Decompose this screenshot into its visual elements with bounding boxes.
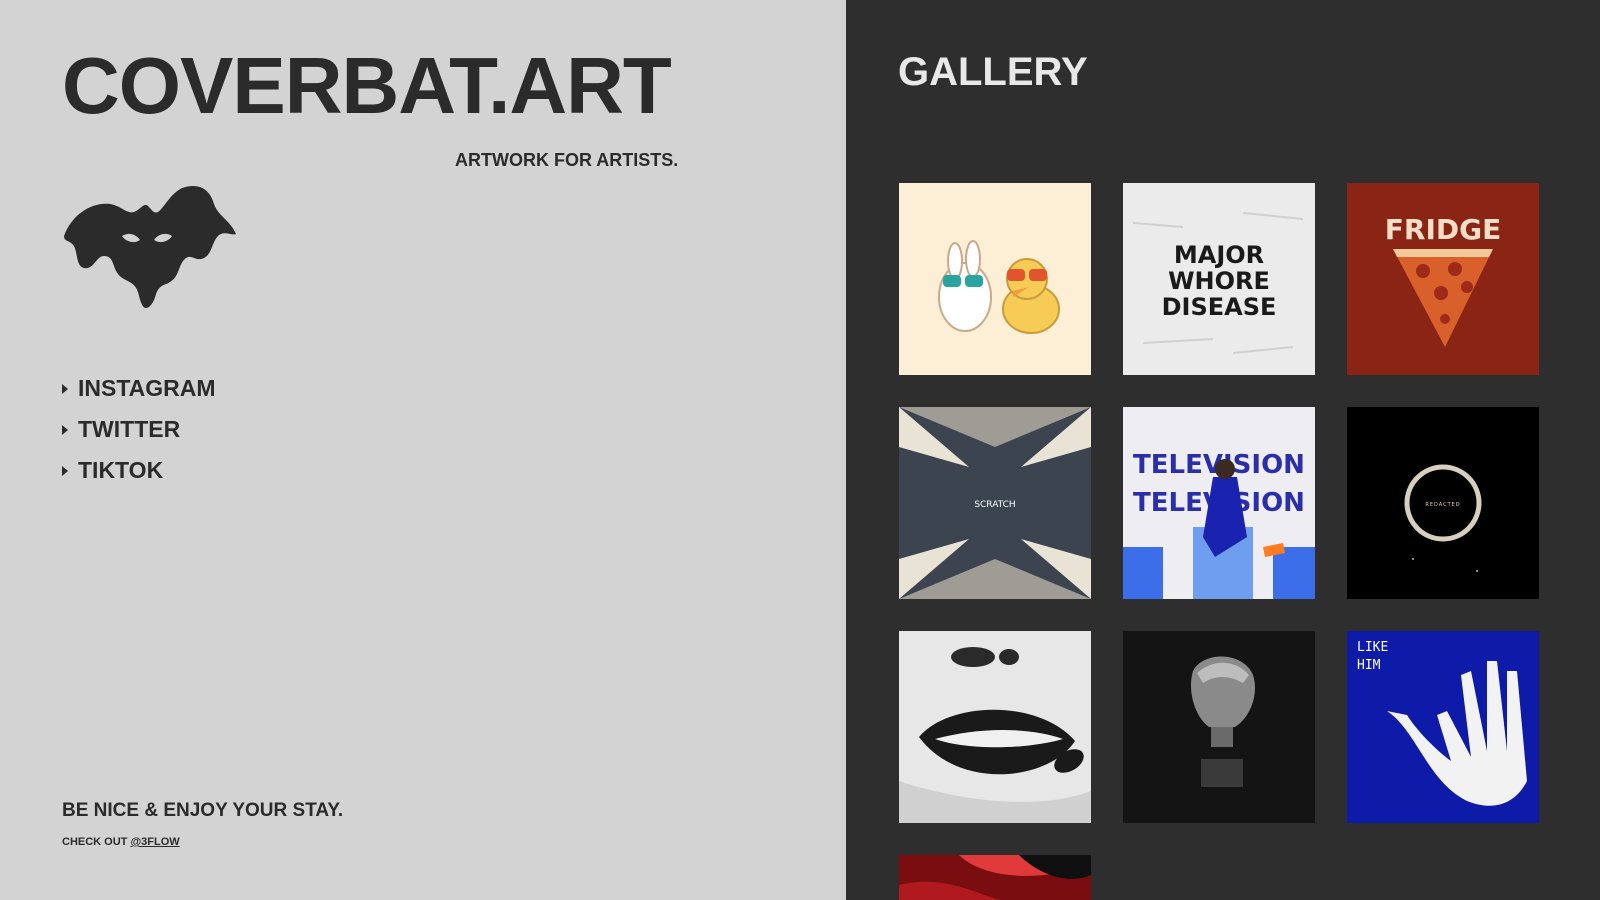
artwork-title: SCRATCH [974, 500, 1015, 510]
bat-logo-icon [64, 185, 236, 308]
gallery-item-fridge[interactable]: FRIDGE [1347, 183, 1539, 375]
triangle-right-icon [62, 383, 68, 394]
gallery-item-television[interactable]: TELEVISION TELEVISION [1123, 407, 1315, 599]
artwork-image [899, 855, 1091, 900]
artwork-title-line-2: WHORE [1168, 267, 1270, 295]
social-link-tiktok[interactable]: TIKTOK [62, 450, 216, 491]
gallery-item-partial[interactable] [899, 855, 1091, 900]
triangle-right-icon [62, 465, 68, 476]
social-links: INSTAGRAM TWITTER TIKTOK [62, 368, 216, 491]
gallery-item-like-him[interactable]: LIKE HIM [1347, 631, 1539, 823]
gallery-item-scratch[interactable]: SCRATCH [899, 407, 1091, 599]
site-tagline: ARTWORK FOR ARTISTS. [455, 150, 679, 170]
checkout-prefix: CHECK OUT [62, 836, 128, 848]
gallery-panel: GALLERY MAJOR WHORE DISEASE FRIDGE SCRAT… [846, 0, 1600, 900]
artwork-title-line-1: MAJOR [1174, 241, 1264, 269]
artwork-title-line-1: LIKE [1357, 640, 1388, 655]
gallery-item-lips[interactable] [899, 631, 1091, 823]
artwork-image: REDACTED [1347, 407, 1539, 599]
artwork-image [1123, 631, 1315, 823]
social-link-label: TWITTER [78, 416, 181, 442]
site-title: COVERBAT.ART [62, 41, 672, 130]
footer-checkout: CHECK OUT @3FLOW [62, 836, 180, 848]
footer-message: BE NICE & ENJOY YOUR STAY. [62, 800, 344, 821]
social-link-label: INSTAGRAM [78, 375, 216, 401]
social-link-instagram[interactable]: INSTAGRAM [62, 368, 216, 409]
gallery-item-major-disease[interactable]: MAJOR WHORE DISEASE [1123, 183, 1315, 375]
gallery-item-redacted[interactable]: REDACTED [1347, 407, 1539, 599]
artwork-image [899, 183, 1091, 375]
artwork-image: TELEVISION TELEVISION [1123, 407, 1315, 599]
triangle-right-icon [62, 424, 68, 435]
artwork-title: REDACTED [1425, 502, 1460, 508]
gallery-item-bunny-duck[interactable] [899, 183, 1091, 375]
artwork-title-line-2: HIM [1357, 658, 1381, 673]
artwork-image: MAJOR WHORE DISEASE [1123, 183, 1315, 375]
social-link-twitter[interactable]: TWITTER [62, 409, 216, 450]
artwork-image: LIKE HIM [1347, 631, 1539, 823]
social-link-label: TIKTOK [78, 457, 164, 483]
checkout-link[interactable]: @3FLOW [130, 836, 179, 848]
artwork-image: SCRATCH [899, 407, 1091, 599]
artwork-title-line-3: DISEASE [1162, 293, 1277, 321]
brand-panel: COVERBAT.ART ARTWORK FOR ARTISTS. INSTAG… [0, 0, 846, 900]
gallery-title: GALLERY [898, 50, 1088, 94]
artwork-image: FRIDGE [1347, 183, 1539, 375]
gallery-item-statue[interactable] [1123, 631, 1315, 823]
artwork-title: FRIDGE [1385, 213, 1501, 246]
artwork-image [899, 631, 1091, 823]
